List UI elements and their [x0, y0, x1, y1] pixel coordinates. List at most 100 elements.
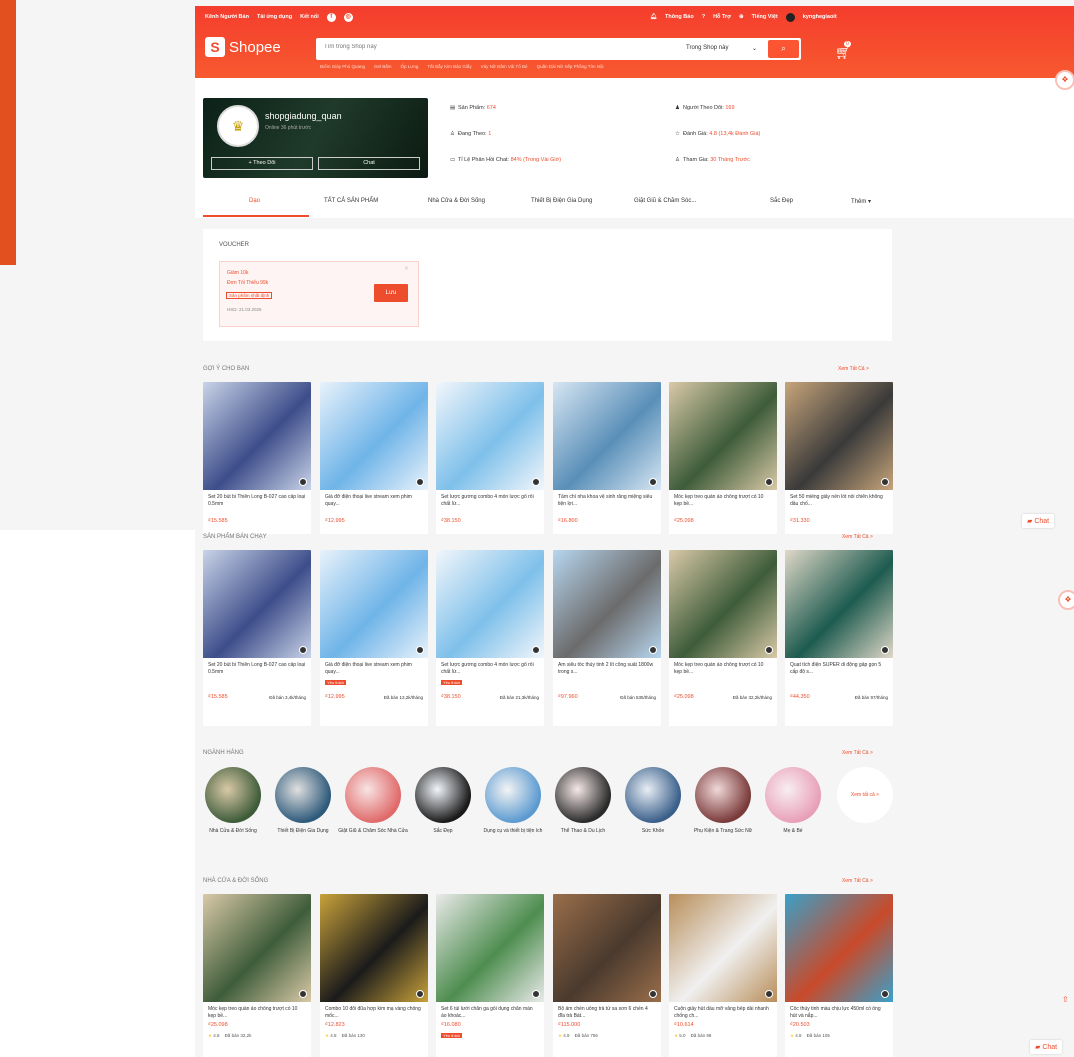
product-card[interactable]: Giá đỡ điện thoại live stream xem phim q…: [320, 382, 428, 534]
play-icon: [416, 990, 424, 998]
facebook-icon[interactable]: f: [326, 12, 336, 22]
suggestion-link[interactable]: Váy Nữ Đầm Vải Tổ Bé: [481, 64, 528, 69]
username-link[interactable]: kynghegiaoit: [803, 14, 837, 20]
product-image[interactable]: [436, 550, 544, 658]
download-app-link[interactable]: Tải ứng dụng: [257, 14, 292, 20]
product-card[interactable]: Ấm siêu tốc thủy tinh 2 lít công suất 18…: [553, 550, 661, 726]
voucher-section: VOUCHER Giảm 10k Đơn Tối Thiểu 99k Sản p…: [203, 229, 892, 341]
tab-laundry[interactable]: Giặt Giũ & Chăm Sóc...: [634, 198, 696, 204]
product-image[interactable]: [553, 550, 661, 658]
product-card[interactable]: Móc kẹp treo quần áo chống trượt có 10 k…: [203, 894, 311, 1057]
product-image[interactable]: [320, 550, 428, 658]
product-image[interactable]: [669, 550, 777, 658]
product-image[interactable]: [669, 894, 777, 1002]
follow-button[interactable]: + Theo Dõi: [211, 157, 313, 170]
home-life-see-all[interactable]: Xem Tất Cả >: [842, 878, 873, 884]
product-card[interactable]: Bộ ấm chén uống trà tử sa sơn 6 chén 4 đ…: [553, 894, 661, 1057]
save-voucher-button[interactable]: Lưu: [374, 284, 408, 302]
sold-count: Đã bán 756: [574, 1033, 598, 1038]
product-card[interactable]: Cốc thủy tinh màu chịu lực 450ml có ống …: [785, 894, 893, 1057]
user-avatar[interactable]: [785, 12, 795, 22]
category-item[interactable]: Mẹ & Bé: [758, 767, 828, 835]
product-image[interactable]: [203, 382, 311, 490]
seller-channel-link[interactable]: Kênh Người Bán: [205, 14, 249, 20]
category-item[interactable]: Sức Khỏe: [618, 767, 688, 835]
product-image[interactable]: [669, 382, 777, 490]
product-name: Cốc thủy tinh màu chịu lực 450ml có ống …: [790, 1006, 881, 1019]
floating-chat-button[interactable]: ▰ Chat: [1022, 514, 1055, 528]
product-image[interactable]: [320, 382, 428, 490]
promo-badge[interactable]: ❖: [1058, 590, 1074, 610]
promo-badge[interactable]: ❖: [1055, 70, 1074, 90]
tab-home-life[interactable]: Nhà Cửa & Đời Sống: [428, 198, 485, 204]
product-card[interactable]: Quạt tích điện SUPER di động gấp gọn 5 c…: [785, 550, 893, 726]
categories-see-all[interactable]: Xem Tất Cả >: [842, 750, 873, 756]
category-item[interactable]: Sắc Đẹp: [408, 767, 478, 835]
product-card[interactable]: Set lược gương combo 4 món lược gỗ rối c…: [436, 550, 544, 726]
product-card[interactable]: Giá đỡ điện thoại live stream xem phim q…: [320, 550, 428, 726]
category-item[interactable]: Dụng cụ và thiết bị tiện ích: [478, 767, 548, 835]
product-image[interactable]: [785, 550, 893, 658]
product-image[interactable]: [785, 894, 893, 1002]
category-item[interactable]: Thể Thao & Du Lịch: [548, 767, 618, 835]
product-card[interactable]: Tấm chì nha khoa vệ sinh răng miệng siêu…: [553, 382, 661, 534]
floating-chat-button[interactable]: ▰ Chat: [1030, 1040, 1063, 1054]
suggestion-link[interactable]: Quần Dài Nữ Xếp Phồng Tím Nội: [537, 64, 604, 69]
product-card[interactable]: Combo 10 đôi đũa hợp kim mạ vàng chống m…: [320, 894, 428, 1057]
product-card[interactable]: Set lược gương combo 4 món lược gỗ rối c…: [436, 382, 544, 534]
tab-all-products[interactable]: TẤT CẢ SẢN PHẨM: [324, 198, 378, 204]
help-link[interactable]: Hỗ Trợ: [713, 14, 731, 20]
product-card[interactable]: Set 20 bút bi Thiên Long B-027 cao cấp l…: [203, 382, 311, 534]
search-scope-select[interactable]: Trong Shop này: [686, 45, 728, 51]
chat-button[interactable]: Chat: [318, 157, 420, 170]
product-image[interactable]: [203, 894, 311, 1002]
product-image[interactable]: [553, 894, 661, 1002]
cart-button[interactable]: 🛒︎ 0: [835, 41, 852, 61]
product-card[interactable]: Set 50 miếng giấy nến lót nồi chiên khôn…: [785, 382, 893, 534]
stat-chat-response: ▭ Tỉ Lệ Phản Hồi Chat: 84% (Trong Vài Giờ…: [450, 157, 562, 163]
bestseller-see-all[interactable]: Xem Tất Cả >: [842, 534, 873, 540]
product-price: ₫115.000: [558, 1022, 581, 1028]
search-input[interactable]: [324, 44, 654, 50]
product-card[interactable]: Set 20 bút bi Thiên Long B-027 cao cấp l…: [203, 550, 311, 726]
play-icon: [649, 646, 657, 654]
product-image[interactable]: [436, 382, 544, 490]
suggest-see-all[interactable]: Xem Tất Cả >: [838, 366, 869, 372]
category-item[interactable]: Nhà Cửa & Đời Sống: [198, 767, 268, 835]
suggestion-link[interactable]: Ốp Lưng: [401, 64, 419, 69]
product-card[interactable]: Móc kẹp treo quần áo chống trượt có 10 k…: [669, 550, 777, 726]
search-button[interactable]: ⌕: [768, 40, 799, 58]
product-image[interactable]: [436, 894, 544, 1002]
tab-more[interactable]: Thêm ▾: [851, 198, 871, 205]
suggestion-link[interactable]: Điểm Giày Phú Quang: [320, 64, 365, 69]
product-price: ₫16.080: [441, 1022, 461, 1028]
category-item[interactable]: Phụ Kiện & Trang Sức Nữ: [688, 767, 758, 835]
instagram-icon[interactable]: ◎: [343, 12, 353, 22]
suggestion-link[interactable]: Gel Bấm: [374, 64, 392, 69]
user-icon: ♙: [675, 157, 680, 163]
category-item[interactable]: Giặt Giũ & Chăm Sóc Nhà Cửa: [338, 767, 408, 835]
tab-appliances[interactable]: Thiết Bị Điện Gia Dụng: [531, 198, 592, 204]
tab-beauty[interactable]: Sắc Đẹp: [770, 198, 793, 204]
suggestion-link[interactable]: Tất Bẫy Kim Bảo Giấy: [427, 64, 471, 69]
product-card[interactable]: Móc kẹp treo quần áo chống trượt có 10 k…: [669, 382, 777, 534]
notifications-link[interactable]: Thông Báo: [665, 14, 694, 20]
back-to-top-icon[interactable]: ⇧: [1062, 995, 1069, 1004]
language-select[interactable]: Tiếng Việt: [752, 14, 778, 20]
category-item[interactable]: Thiết Bị Điện Gia Dụng: [268, 767, 338, 835]
product-image[interactable]: [320, 894, 428, 1002]
category-more-button[interactable]: Xem tất cả >: [837, 767, 893, 823]
shopee-logo[interactable]: S Shopee: [205, 37, 281, 57]
voucher-expiry: HSD: 21.03.2025: [227, 307, 262, 312]
product-card[interactable]: Cuộn giấy hút dầu mỡ văng bếp dài nhanh …: [669, 894, 777, 1057]
shop-avatar[interactable]: ♛: [217, 105, 259, 147]
favorite-tag: Yêu thích: [441, 1033, 462, 1038]
product-price: ₫15.585: [208, 694, 228, 700]
product-image[interactable]: [203, 550, 311, 658]
tab-home[interactable]: Dạo: [249, 198, 260, 204]
product-image[interactable]: [553, 382, 661, 490]
product-card[interactable]: Set 6 túi lưới chăn ga gối dụng chăn màn…: [436, 894, 544, 1057]
globe-icon: ⊕: [739, 14, 744, 20]
category-image: [345, 767, 401, 823]
product-image[interactable]: [785, 382, 893, 490]
